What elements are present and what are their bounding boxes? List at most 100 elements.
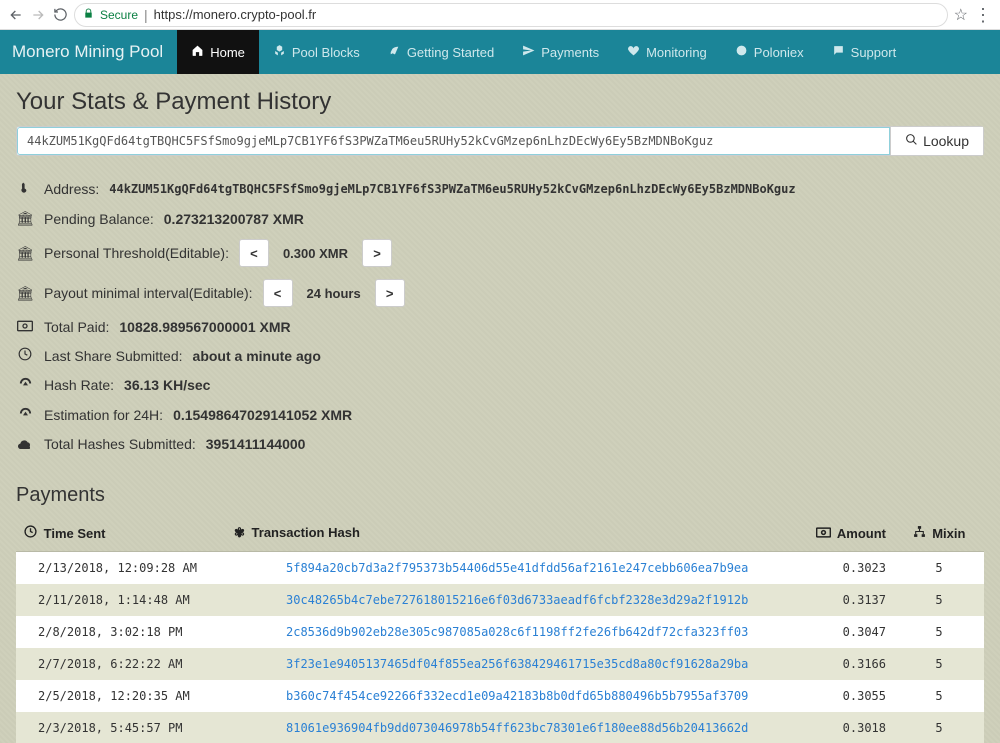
address-bar[interactable]: Secure | https://monero.crypto-pool.fr (74, 3, 948, 27)
bookmark-star-icon[interactable]: ☆ (954, 5, 968, 25)
total-paid-value: 10828.989567000001 XMR (119, 319, 290, 335)
tx-hash-link[interactable]: 5f894a20cb7d3a2f795373b54406d55e41dfdd56… (286, 561, 748, 575)
table-row: 2/13/2018, 12:09:28 AM5f894a20cb7d3a2f79… (16, 552, 984, 585)
address-label: Address: (44, 181, 99, 197)
tx-hash-link[interactable]: b360c74f454ce92266f332ecd1e09a42183b8b0d… (286, 689, 748, 703)
lock-icon (83, 8, 94, 22)
search-icon (905, 133, 918, 149)
table-row: 2/8/2018, 3:02:18 PM 2c8536d9b902eb28e305… (16, 616, 984, 648)
address-value: 44kZUM51KgQFd64tgTBQHC5FSfSmo9gjeMLp7CB1… (109, 182, 795, 196)
address-input[interactable] (17, 127, 890, 155)
lookup-form: Lookup (16, 126, 984, 156)
browser-chrome: Secure | https://monero.crypto-pool.fr ☆… (0, 0, 1000, 30)
payment-mixin: 5 (894, 616, 984, 648)
payments-section-title: Payments (16, 484, 984, 507)
payment-amount: 0.3018 (784, 712, 894, 743)
hash-rate-label: Hash Rate: (44, 377, 114, 393)
hash-rate-value: 36.13 KH/sec (124, 377, 210, 393)
tx-hash-link[interactable]: 81061e936904fb9dd073046978b54ff623bc7830… (286, 721, 748, 735)
payment-time: 2/8/2018, 3:02:18 PM (16, 616, 226, 648)
threshold-value: 0.300 XMR (279, 239, 352, 267)
nav-label: Pool Blocks (292, 45, 360, 60)
bank-icon: 🏛 (16, 210, 34, 227)
brand-title[interactable]: Monero Mining Pool (12, 42, 177, 62)
sitemap-icon (913, 526, 926, 541)
tachometer-icon (16, 406, 34, 424)
payments-table: Time Sent ✾ Transaction Hash Amount Mixi… (16, 515, 984, 743)
nav-support[interactable]: Support (818, 30, 911, 74)
est24-value: 0.15498647029141052 XMR (173, 407, 352, 423)
rocket-icon (388, 44, 401, 60)
home-icon (191, 44, 204, 60)
nav-monitoring[interactable]: Monitoring (613, 30, 721, 74)
payment-time: 2/3/2018, 5:45:57 PM (16, 712, 226, 743)
payment-amount: 0.3166 (784, 648, 894, 680)
bank-icon: 🏛 (16, 285, 34, 302)
last-share-label: Last Share Submitted: (44, 348, 183, 364)
paw-icon: ✾ (234, 525, 245, 540)
clock-icon (16, 347, 34, 364)
nav-label: Home (210, 45, 245, 60)
key-icon (16, 180, 34, 198)
url-text: https://monero.crypto-pool.fr (154, 7, 939, 22)
nav-label: Getting Started (407, 45, 494, 60)
payment-time: 2/11/2018, 1:14:48 AM (16, 584, 226, 616)
th-time: Time Sent (44, 526, 106, 541)
tx-hash-link[interactable]: 3f23e1e9405137465df04f855ea256f638429461… (286, 657, 748, 671)
nav-poloniex[interactable]: Poloniex (721, 30, 818, 74)
est24-label: Estimation for 24H: (44, 407, 163, 423)
payment-mixin: 5 (894, 648, 984, 680)
payment-mixin: 5 (894, 680, 984, 712)
tachometer-icon (16, 376, 34, 394)
payment-hash: 30c48265b4c7ebe727618015216e6f03d6733aea… (226, 584, 784, 616)
threshold-label: Personal Threshold(Editable): (44, 245, 229, 261)
payment-mixin: 5 (894, 552, 984, 585)
payment-amount: 0.3055 (784, 680, 894, 712)
tx-hash-link[interactable]: 2c8536d9b902eb28e305c987085a028c6f1198ff… (286, 625, 748, 639)
clock-icon (24, 526, 37, 541)
interval-decrease-button[interactable]: < (263, 279, 293, 307)
reload-button[interactable] (52, 7, 68, 23)
total-paid-label: Total Paid: (44, 319, 109, 335)
exchange-icon (735, 44, 748, 60)
th-mixin: Mixin (932, 526, 965, 541)
th-amount: Amount (837, 526, 886, 541)
nav-label: Payments (541, 45, 599, 60)
payment-time: 2/7/2018, 6:22:22 AM (16, 648, 226, 680)
threshold-decrease-button[interactable]: < (239, 239, 269, 267)
payment-hash: b360c74f454ce92266f332ecd1e09a42183b8b0d… (226, 680, 784, 712)
payment-hash: 2c8536d9b902eb28e305c987085a028c6f1198ff… (226, 616, 784, 648)
tx-hash-link[interactable]: 30c48265b4c7ebe727618015216e6f03d6733aea… (286, 593, 748, 607)
payment-mixin: 5 (894, 584, 984, 616)
total-hashes-value: 3951411144000 (206, 436, 306, 452)
send-icon (522, 44, 535, 60)
pending-balance-label: Pending Balance: (44, 211, 154, 227)
nav-label: Support (851, 45, 897, 60)
page-viewport: Monero Mining Pool Home Pool Blocks Gettin… (0, 30, 1000, 743)
table-row: 2/7/2018, 6:22:22 AM 3f23e1e9405137465df0… (16, 648, 984, 680)
lookup-button[interactable]: Lookup (890, 127, 983, 155)
forward-button[interactable] (30, 7, 46, 23)
heartbeat-icon (627, 44, 640, 60)
total-hashes-label: Total Hashes Submitted: (44, 436, 196, 452)
nav-pool-blocks[interactable]: Pool Blocks (259, 30, 374, 74)
nav-getting-started[interactable]: Getting Started (374, 30, 508, 74)
interval-increase-button[interactable]: > (375, 279, 405, 307)
payment-hash: 5f894a20cb7d3a2f795373b54406d55e41dfdd56… (226, 552, 784, 585)
payment-amount: 0.3047 (784, 616, 894, 648)
nav-home[interactable]: Home (177, 30, 259, 74)
money-icon (816, 526, 831, 541)
cubes-icon (273, 44, 286, 60)
chat-icon (832, 44, 845, 60)
interval-value: 24 hours (303, 279, 365, 307)
stats-block: Address: 44kZUM51KgQFd64tgTBQHC5FSfSmo9g… (16, 174, 984, 458)
nav-label: Poloniex (754, 45, 804, 60)
pending-balance-value: 0.273213200787 XMR (164, 211, 304, 227)
nav-payments[interactable]: Payments (508, 30, 613, 74)
threshold-increase-button[interactable]: > (362, 239, 392, 267)
cloud-icon (16, 436, 34, 452)
lookup-button-label: Lookup (923, 133, 969, 149)
browser-menu-icon[interactable]: ⋮ (974, 6, 992, 24)
back-button[interactable] (8, 7, 24, 23)
last-share-value: about a minute ago (193, 348, 321, 364)
